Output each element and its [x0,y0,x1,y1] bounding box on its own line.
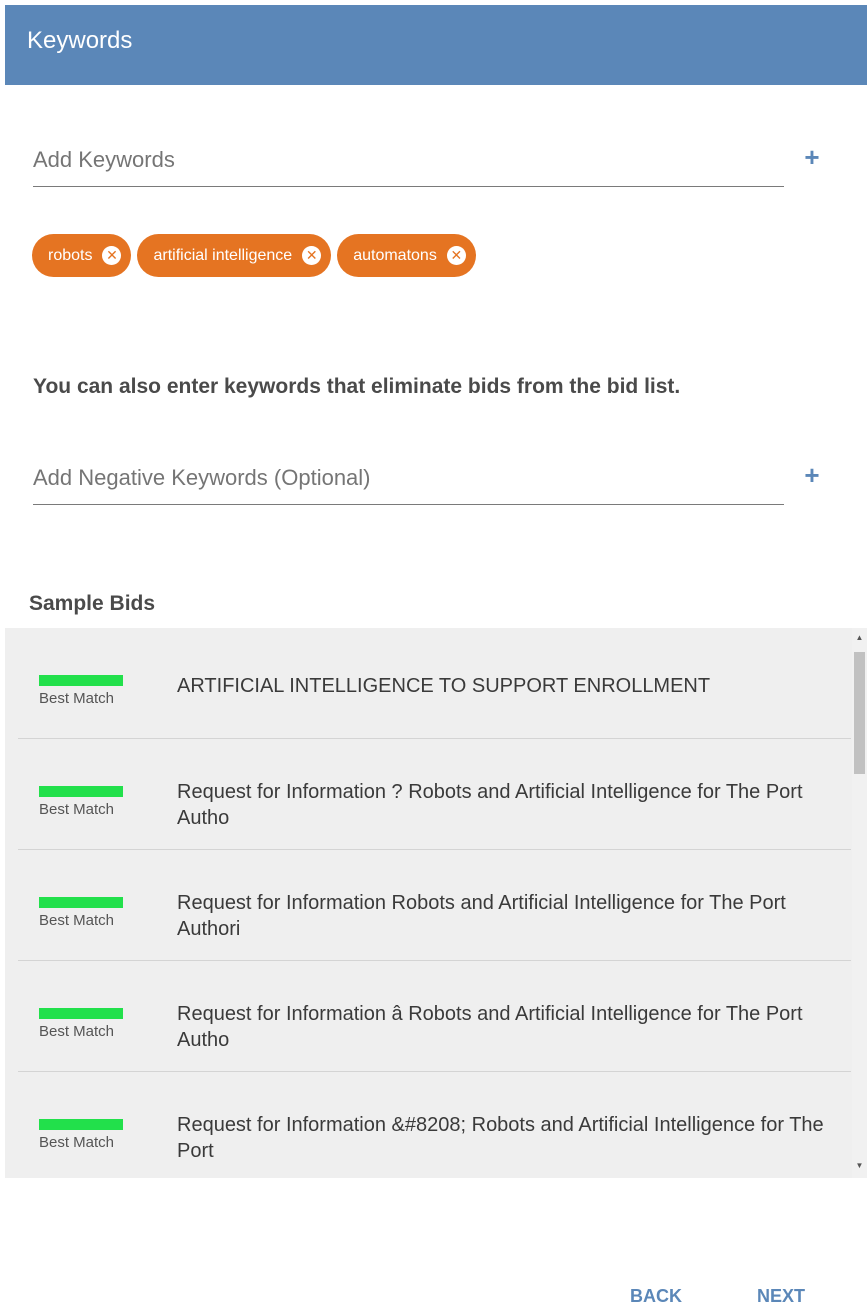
match-label: Best Match [39,1134,115,1151]
remove-chip-close-icon[interactable]: ✕ [102,246,122,265]
add-negative-keywords-input[interactable] [33,462,773,494]
bid-list-item[interactable]: Best Match Request for Information Robot… [18,850,851,961]
remove-chip-close-icon[interactable]: ✕ [446,246,466,265]
sample-bids-list[interactable]: Best Match ARTIFICIAL INTELLIGENCE TO SU… [5,628,867,1178]
match-indicator: Best Match [39,1008,123,1040]
bid-title: Request for Information â Robots and Art… [177,1003,803,1051]
back-button[interactable]: BACK [630,1286,682,1307]
bid-list-item[interactable]: Best Match ARTIFICIAL INTELLIGENCE TO SU… [18,628,851,739]
next-button[interactable]: NEXT [757,1286,805,1307]
match-indicator: Best Match [39,786,123,818]
chip-label: artificial intelligence [153,246,293,264]
keyword-chip: artificial intelligence ✕ [137,234,332,277]
match-bar [39,786,123,797]
remove-chip-close-icon[interactable]: ✕ [302,246,322,265]
match-indicator: Best Match [39,675,123,707]
bid-title: Request for Information ? Robots and Art… [177,781,803,829]
scrollbar-thumb[interactable] [854,652,865,774]
keyword-chip: robots ✕ [32,234,132,277]
negative-keywords-note: You can also enter keywords that elimina… [33,375,681,398]
header-bar: Keywords [5,5,867,85]
bid-title: Request for Information Robots and Artif… [177,892,786,940]
match-bar [39,897,123,908]
match-bar [39,675,123,686]
bid-title: Request for Information &#8208; Robots a… [177,1114,824,1162]
negative-keywords-field [33,454,784,505]
keyword-chip: automatons ✕ [337,234,476,277]
scroll-down-arrow-icon[interactable]: ▼ [852,1160,867,1172]
bid-list-item[interactable]: Best Match Request for Information &#820… [18,1072,851,1178]
sample-bids-title: Sample Bids [29,592,156,615]
bids-scrollbar[interactable]: ▲ ▼ [852,628,867,1178]
match-label: Best Match [39,801,115,818]
scroll-up-arrow-icon[interactable]: ▲ [852,632,867,644]
bid-list-item[interactable]: Best Match Request for Information â Rob… [18,961,851,1072]
match-bar [39,1119,123,1130]
add-keyword-plus-icon[interactable]: + [798,143,826,171]
match-label: Best Match [39,1023,115,1040]
keywords-field [33,136,784,187]
page-title: Keywords [27,27,133,54]
chip-label: automatons [353,246,437,264]
chip-label: robots [48,246,93,264]
keyword-chips: robots ✕ artificial intelligence ✕ autom… [32,234,476,277]
bid-list-item[interactable]: Best Match Request for Information ? Rob… [18,739,851,850]
add-negative-keyword-plus-icon[interactable]: + [798,461,826,489]
match-label: Best Match [39,690,115,707]
add-keywords-input[interactable] [33,144,773,176]
match-label: Best Match [39,912,115,929]
keywords-page: Keywords + robots ✕ artificial intellige… [0,0,867,1309]
bid-title: ARTIFICIAL INTELLIGENCE TO SUPPORT ENROL… [177,675,711,697]
match-indicator: Best Match [39,897,123,929]
match-bar [39,1008,123,1019]
match-indicator: Best Match [39,1119,123,1151]
